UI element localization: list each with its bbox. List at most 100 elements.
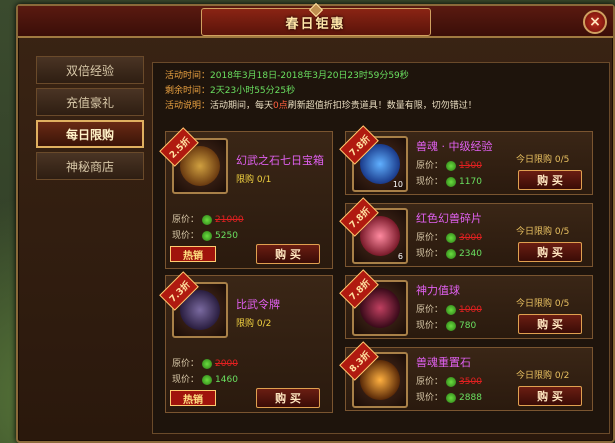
event-desc-highlight: 0点 xyxy=(273,101,288,111)
shop-card: 2.5折 幻武之石七日宝箱 限购 0/1 原价： 21000 现价： 5250 热销… xyxy=(159,127,333,269)
item-name: 红色幻兽碎片 xyxy=(416,212,482,225)
today-limit: 今日限购 0/5 xyxy=(516,224,569,237)
orig-price-row: 原价： 2000 xyxy=(172,356,238,369)
orig-label: 原价： xyxy=(172,215,200,225)
cur-price-row: 现价： 1170 xyxy=(416,174,482,187)
event-desc-post: 刷新超值折扣珍贵道具！数量有限，切勿错过！ xyxy=(287,101,477,111)
limit-label: 限购 xyxy=(236,175,255,185)
event-desc-pre: 活动期间，每天 xyxy=(210,101,274,111)
tab-daily-limited[interactable]: 每日限购 xyxy=(36,120,144,148)
sidebar: 双倍经验 充值豪礼 每日限购 神秘商店 xyxy=(36,56,144,184)
shop-card: 8.3折 兽魂重置石 原价： 3500 现价： 2888 今日限购 0/2 购 买 xyxy=(339,341,593,411)
coin-icon xyxy=(202,374,213,385)
today-value: 0/2 xyxy=(554,371,570,381)
remain-time: 剩余时间：2天23小时55分25秒 xyxy=(165,84,599,99)
orig-label: 原价： xyxy=(416,233,444,243)
orig-price-row: 原价： 3000 xyxy=(416,230,482,243)
event-time-value: 2018年3月18日-2018年3月20日23时59分59秒 xyxy=(210,71,409,81)
event-window: 春日钜惠 × 双倍经验 充值豪礼 每日限购 神秘商店 活动时间：2018年3月1… xyxy=(16,2,615,443)
coin-icon xyxy=(446,320,457,331)
today-value: 0/5 xyxy=(554,155,570,165)
today-label: 今日限购 xyxy=(516,227,553,237)
limit-row: 限购 0/1 xyxy=(236,172,271,185)
limit-value: 0/2 xyxy=(256,319,272,329)
item-name: 神力值球 xyxy=(416,284,460,297)
event-info: 活动时间：2018年3月18日-2018年3月20日23时59分59秒 剩余时间… xyxy=(165,69,599,114)
item-name: 兽魂重置石 xyxy=(416,356,471,369)
orig-price: 1000 xyxy=(459,305,482,315)
cur-price: 1460 xyxy=(215,375,238,385)
tab-recharge-gift[interactable]: 充值豪礼 xyxy=(36,88,144,116)
window-title: 春日钜惠 xyxy=(200,2,431,36)
cur-price-row: 现价： 780 xyxy=(416,318,476,331)
cur-label: 现价： xyxy=(172,231,200,241)
cur-price: 1170 xyxy=(459,177,482,187)
today-limit: 今日限购 0/5 xyxy=(516,152,569,165)
coin-icon xyxy=(446,392,457,403)
cur-label: 现价： xyxy=(416,249,444,259)
cur-price-row: 现价： 2888 xyxy=(416,390,482,403)
orig-price: 21000 xyxy=(215,215,244,225)
buy-button[interactable]: 购 买 xyxy=(518,170,582,190)
today-label: 今日限购 xyxy=(516,155,553,165)
title-bar: 春日钜惠 × xyxy=(18,2,613,38)
orig-price: 1500 xyxy=(459,161,482,171)
orig-price-row: 原价： 21000 xyxy=(172,212,244,225)
orig-label: 原价： xyxy=(172,359,200,369)
cur-price-row: 现价： 1460 xyxy=(172,372,238,385)
item-name: 幻武之石七日宝箱 xyxy=(236,154,324,167)
item-name: 兽魂 · 中级经验 xyxy=(416,140,493,153)
coin-icon xyxy=(446,248,457,259)
limit-label: 限购 xyxy=(236,319,255,329)
tab-mystery-shop[interactable]: 神秘商店 xyxy=(36,152,144,180)
buy-button[interactable]: 购 买 xyxy=(518,314,582,334)
hot-badge: 热销 xyxy=(170,390,216,406)
close-button[interactable]: × xyxy=(583,10,607,34)
limit-value: 0/1 xyxy=(256,175,272,185)
coin-icon xyxy=(446,160,457,171)
event-desc-label: 活动说明： xyxy=(165,101,211,111)
shop-card: 10 7.8折 兽魂 · 中级经验 原价： 1500 现价： 1170 今日限购 0… xyxy=(339,125,593,195)
buy-button[interactable]: 购 买 xyxy=(518,386,582,406)
orig-price-row: 原价： 1000 xyxy=(416,302,482,315)
event-time: 活动时间：2018年3月18日-2018年3月20日23时59分59秒 xyxy=(165,69,599,84)
coin-icon xyxy=(446,376,457,387)
shop-card: 7.3折 比武令牌 限购 0/2 原价： 2000 现价： 1460 热销 购 买 xyxy=(159,271,333,413)
cur-price: 2888 xyxy=(459,393,482,403)
today-label: 今日限购 xyxy=(516,371,553,381)
orig-label: 原价： xyxy=(416,161,444,171)
today-value: 0/5 xyxy=(554,227,570,237)
coin-icon xyxy=(202,214,213,225)
item-name: 比武令牌 xyxy=(236,298,280,311)
coin-icon xyxy=(202,230,213,241)
buy-button[interactable]: 购 买 xyxy=(256,244,320,264)
today-limit: 今日限购 0/5 xyxy=(516,296,569,309)
buy-button[interactable]: 购 买 xyxy=(518,242,582,262)
shop-card: 6 7.8折 红色幻兽碎片 原价： 3000 现价： 2340 今日限购 0/5 购… xyxy=(339,197,593,267)
today-label: 今日限购 xyxy=(516,299,553,309)
cur-label: 现价： xyxy=(172,375,200,385)
limit-row: 限购 0/2 xyxy=(236,316,271,329)
cur-price: 2340 xyxy=(459,249,482,259)
hot-badge: 热销 xyxy=(170,246,216,262)
coin-icon xyxy=(446,304,457,315)
buy-button[interactable]: 购 买 xyxy=(256,388,320,408)
cur-price: 5250 xyxy=(215,231,238,241)
shop-card: 7.8折 神力值球 原价： 1000 现价： 780 今日限购 0/5 购 买 xyxy=(339,269,593,339)
today-limit: 今日限购 0/2 xyxy=(516,368,569,381)
orig-price-row: 原价： 1500 xyxy=(416,158,482,171)
cur-price: 780 xyxy=(459,321,477,331)
cur-label: 现价： xyxy=(416,177,444,187)
orig-label: 原价： xyxy=(416,377,444,387)
tab-double-exp[interactable]: 双倍经验 xyxy=(36,56,144,84)
shop-panel: 活动时间：2018年3月18日-2018年3月20日23时59分59秒 剩余时间… xyxy=(152,62,610,434)
cur-price-row: 现价： 5250 xyxy=(172,228,238,241)
cur-label: 现价： xyxy=(416,321,444,331)
today-value: 0/5 xyxy=(554,299,570,309)
item-quantity: 6 xyxy=(397,252,403,261)
remain-time-label: 剩余时间： xyxy=(165,86,211,96)
orig-price: 3000 xyxy=(459,233,482,243)
cur-price-row: 现价： 2340 xyxy=(416,246,482,259)
orig-label: 原价： xyxy=(416,305,444,315)
remain-time-value: 2天23小时55分25秒 xyxy=(210,86,296,96)
